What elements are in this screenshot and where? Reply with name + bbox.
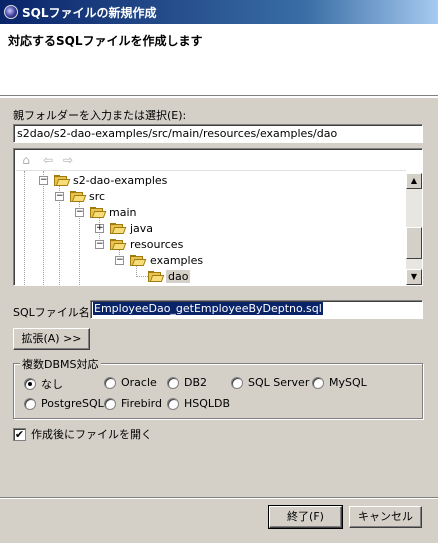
radio-mysql[interactable]: MySQL	[312, 376, 367, 389]
tree-node-label: dao	[166, 270, 191, 283]
radio-label: PostgreSQL	[41, 397, 104, 410]
home-icon[interactable]: ⌂	[18, 152, 34, 168]
parent-folder-input[interactable]: s2dao/s2-dao-examples/src/main/resources…	[13, 124, 423, 143]
collapse-icon[interactable]: −	[95, 240, 104, 249]
folder-icon	[110, 239, 127, 250]
parent-folder-label: 親フォルダーを入力または選択(E):	[13, 109, 187, 122]
radio-label: Firebird	[121, 397, 162, 410]
radio-icon	[167, 376, 179, 389]
folder-open-icon	[148, 271, 165, 282]
wizard-description: 対応するSQLファイルを作成します	[8, 34, 203, 48]
window-title: SQLファイルの新規作成	[22, 5, 157, 20]
header-separator	[0, 96, 438, 98]
radio-icon	[104, 376, 116, 389]
button-bar-separator	[0, 497, 438, 499]
tree-node-label: java	[130, 222, 154, 235]
radio-label: なし	[41, 378, 63, 391]
tree-toolbar-separator	[16, 170, 406, 171]
cancel-button[interactable]: キャンセル	[349, 506, 422, 528]
tree-node-label: main	[109, 206, 137, 219]
radio-firebird[interactable]: Firebird	[104, 397, 162, 410]
collapse-icon[interactable]: −	[39, 176, 48, 185]
folder-tree[interactable]: ⌂ ⇦ ⇨ − s2-dao-examples − src − main + j…	[13, 148, 423, 286]
collapse-icon[interactable]: −	[55, 192, 64, 201]
dbms-group-title: 複数DBMS対応	[20, 356, 101, 372]
scroll-up-arrow-icon[interactable]: ▲	[406, 173, 422, 189]
radio-icon	[104, 397, 116, 410]
forward-arrow-icon[interactable]: ⇨	[60, 152, 76, 168]
radio-icon	[167, 397, 179, 410]
radio-icon	[231, 376, 243, 389]
tree-guide	[136, 276, 148, 277]
sql-file-label: SQLファイル名:	[13, 306, 94, 319]
radio-oracle[interactable]: Oracle	[104, 376, 157, 389]
title-bar: SQLファイルの新規作成	[0, 0, 438, 24]
tree-guide	[43, 171, 44, 285]
expand-button[interactable]: 拡張(A) >>	[13, 328, 90, 350]
tree-node-label: resources	[130, 238, 184, 251]
tree-toolbar: ⌂ ⇦ ⇨	[16, 151, 406, 169]
tree-guide	[24, 171, 25, 285]
radio-label: Oracle	[121, 376, 157, 389]
open-after-label: 作成後にファイルを開く	[31, 428, 152, 441]
back-arrow-icon[interactable]: ⇦	[40, 152, 56, 168]
radio-label: SQL Server	[248, 376, 310, 389]
radio-label: HSQLDB	[184, 397, 231, 410]
finish-button[interactable]: 終了(F)	[268, 505, 343, 529]
radio-db2[interactable]: DB2	[167, 376, 207, 389]
radio-icon	[24, 397, 36, 410]
sql-file-selected-text: EmployeeDao_getEmployeeByDeptno.sql	[93, 302, 323, 315]
tree-scrollbar[interactable]: ▲ ▼	[406, 173, 422, 285]
scroll-thumb[interactable]	[406, 227, 422, 259]
tree-node-label: s2-dao-examples	[73, 174, 168, 187]
radio-selected-icon	[24, 378, 36, 390]
checkmark-icon: ✔	[13, 427, 26, 441]
wizard-header: 対応するSQLファイルを作成します	[0, 24, 438, 96]
radio-postgresql[interactable]: PostgreSQL	[24, 397, 104, 410]
radio-none[interactable]: なし	[24, 376, 63, 392]
radio-icon	[312, 376, 324, 389]
radio-label: MySQL	[329, 376, 367, 389]
folder-icon	[70, 191, 87, 202]
tree-node-label: examples	[150, 254, 204, 267]
expand-icon[interactable]: +	[95, 224, 104, 233]
radio-hsqldb[interactable]: HSQLDB	[167, 397, 230, 410]
radio-label: DB2	[184, 376, 208, 389]
eclipse-icon	[4, 5, 18, 19]
collapse-icon[interactable]: −	[115, 256, 124, 265]
sql-file-input[interactable]: EmployeeDao_getEmployeeByDeptno.sql	[90, 300, 423, 319]
folder-icon	[90, 207, 107, 218]
folder-icon	[130, 255, 147, 266]
open-after-checkbox[interactable]: ✔ 作成後にファイルを開く	[13, 426, 152, 442]
scroll-down-arrow-icon[interactable]: ▼	[406, 269, 422, 285]
folder-icon	[110, 223, 127, 234]
tree-node-label: src	[89, 190, 106, 203]
collapse-icon[interactable]: −	[75, 208, 84, 217]
radio-sql-server[interactable]: SQL Server	[231, 376, 309, 389]
folder-icon	[54, 175, 71, 186]
